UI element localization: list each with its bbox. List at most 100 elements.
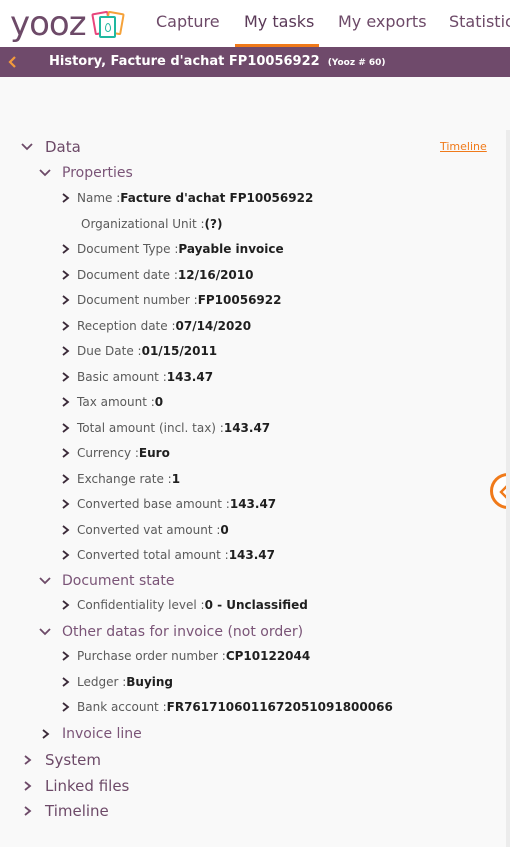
property-row[interactable]: Converted base amount : 143.47 [58,497,276,511]
document-title-text: History, Facture d'achat FP10056922 [49,54,320,69]
tree-node-timeline[interactable]: Timeline [20,802,109,820]
tree-node-label: Other datas for invoice (not order) [62,624,304,640]
chevron-right-icon[interactable] [58,243,72,255]
chevron-right-icon[interactable] [58,396,72,408]
property-key: Converted base amount : [77,497,230,511]
scrollbar[interactable] [506,130,510,847]
tree-node-label: Linked files [45,777,130,795]
chevron-right-icon[interactable] [58,192,72,204]
chevron-right-icon[interactable] [20,805,34,817]
tab-my-tasks[interactable]: My tasks [244,0,314,47]
tree-node-invoice-line[interactable]: Invoice line [38,726,142,742]
property-row[interactable]: Bank account : FR76171060116720510918000… [58,700,393,714]
property-value: FP10056922 [197,293,282,307]
property-key: Total amount (incl. tax) : [77,420,224,435]
chevron-right-icon[interactable] [38,728,52,740]
chevron-right-icon[interactable] [58,549,72,561]
tree-node-label: Document state [62,573,175,589]
chevron-right-icon[interactable] [58,524,72,536]
property-row[interactable]: Basic amount : 143.47 [58,370,213,384]
tree-node-label: Invoice line [62,726,142,742]
property-row[interactable]: Due Date : 01/15/2011 [58,344,217,358]
top-navigation: yooz Capture My tasks My exports Statist… [0,0,510,47]
chevron-right-icon[interactable] [58,422,72,434]
property-value: Facture d'achat FP10056922 [120,191,314,205]
property-row[interactable]: Exchange rate : 1 [58,472,180,486]
chevron-right-icon[interactable] [58,294,72,306]
property-key: Document date : [77,267,178,282]
tree-node-data[interactable]: Data [20,138,81,156]
chevron-down-icon[interactable] [38,576,52,586]
document-id: (Yooz # 60) [327,58,386,68]
tab-capture[interactable]: Capture [156,0,220,47]
chevron-down-icon[interactable] [20,142,34,152]
property-value: Buying [126,674,174,689]
property-key: Currency : [77,446,139,460]
property-row[interactable]: Document Type : Payable invoice [58,242,284,256]
property-value: 143.47 [229,497,277,511]
chevron-right-icon[interactable] [58,371,72,383]
tab-statistics[interactable]: Statistics [449,0,510,47]
chevron-right-icon[interactable] [58,320,72,332]
chevron-right-icon[interactable] [58,650,72,662]
chevron-right-icon[interactable] [58,701,72,713]
property-value: 0 - Unclassified [204,598,308,612]
property-key: Tax amount : [77,395,155,409]
property-key: Confidentiality level : [77,598,205,612]
property-value: CP10122044 [225,649,311,663]
property-key: Document number : [77,293,198,307]
chevron-right-icon[interactable] [58,498,72,510]
chevron-right-icon[interactable] [58,345,72,357]
property-key: Reception date : [77,318,176,333]
property-row[interactable]: Purchase order number : CP10122044 [58,649,310,663]
yooz-logo[interactable]: yooz [10,6,126,42]
back-button[interactable] [8,51,24,73]
property-key: Bank account : [77,700,167,714]
property-row[interactable]: Reception date : 07/14/2020 [58,319,251,333]
property-value: 143.47 [166,369,214,384]
property-key: Basic amount : [77,369,167,384]
property-key: Organizational Unit : [81,216,205,231]
tree-node-document-state[interactable]: Document state [38,573,174,589]
tree-node-label: Properties [62,165,133,181]
property-value: 01/15/2011 [141,344,218,358]
tab-my-exports[interactable]: My exports [338,0,427,47]
property-key: Due Date : [77,344,142,358]
property-value: FR7617106011672051091800066 [166,700,393,714]
property-row[interactable]: Name : Facture d'achat FP10056922 [58,191,313,205]
property-row[interactable]: Total amount (incl. tax) : 143.47 [58,421,270,435]
property-row[interactable]: Document number : FP10056922 [58,293,281,307]
property-value: 07/14/2020 [175,318,252,333]
property-value: 1 [171,471,181,486]
timeline-link[interactable]: Timeline [440,140,487,153]
property-key: Name : [77,191,121,205]
property-key: Converted vat amount : [77,522,221,537]
tree-node-label: System [45,751,101,769]
property-row[interactable]: Confidentiality level : 0 - Unclassified [58,598,308,612]
property-row[interactable]: Converted total amount : 143.47 [58,548,275,562]
property-key: Document Type : [77,242,179,256]
chevron-right-icon[interactable] [58,676,72,688]
tree-node-properties[interactable]: Properties [38,165,133,181]
property-row[interactable]: Document date : 12/16/2010 [58,268,253,282]
tree-node-linked-files[interactable]: Linked files [20,777,129,795]
chevron-right-icon[interactable] [20,754,34,766]
chevron-right-icon[interactable] [58,473,72,485]
chevron-down-icon[interactable] [38,168,52,178]
property-row[interactable]: Currency : Euro [58,446,170,460]
property-row[interactable]: Ledger : Buying [58,675,173,689]
property-row: Organizational Unit : (?) [58,217,222,231]
property-value: (?) [204,216,223,231]
chevron-right-icon[interactable] [58,447,72,459]
tree-node-other-datas[interactable]: Other datas for invoice (not order) [38,624,303,640]
chevron-right-icon[interactable] [20,780,34,792]
chevron-right-icon[interactable] [58,269,72,281]
property-key: Purchase order number : [77,649,226,663]
tree-node-system[interactable]: System [20,751,101,769]
chevron-right-icon[interactable] [58,599,72,611]
chevron-down-icon[interactable] [38,627,52,637]
logo-cards-icon [90,8,126,40]
property-key: Exchange rate : [77,471,172,486]
property-row[interactable]: Tax amount : 0 [58,395,163,409]
property-row[interactable]: Converted vat amount : 0 [58,523,229,537]
